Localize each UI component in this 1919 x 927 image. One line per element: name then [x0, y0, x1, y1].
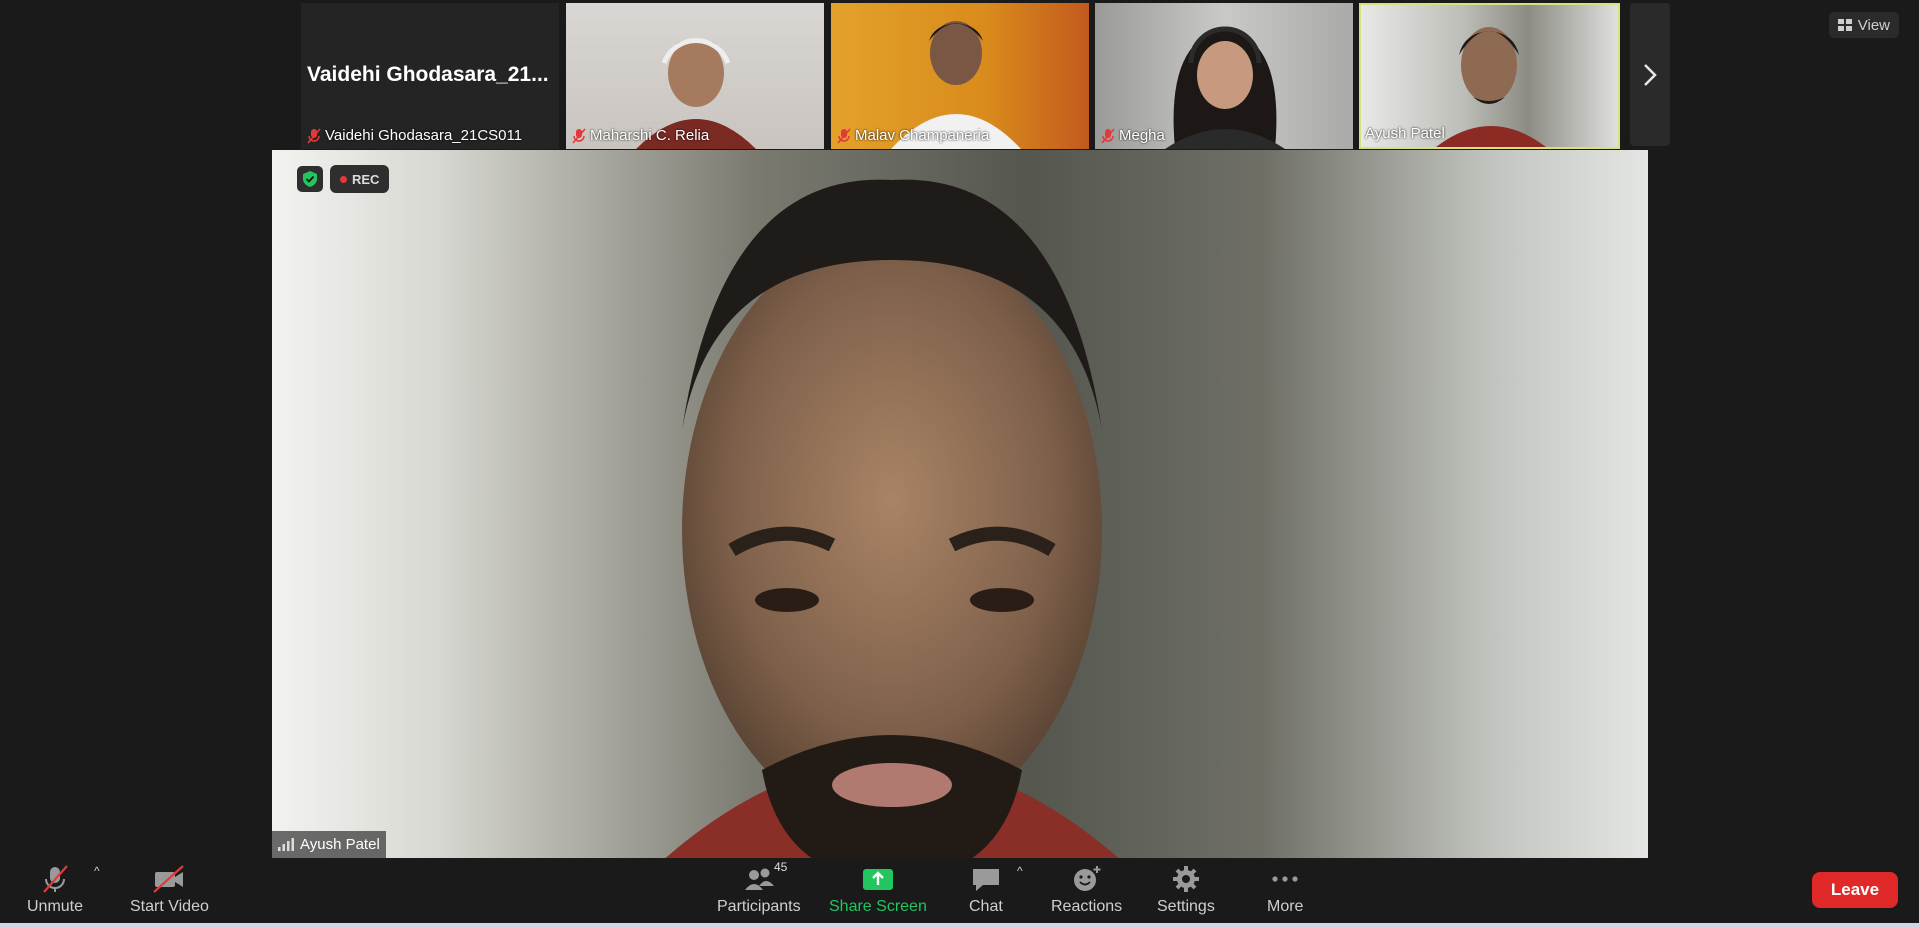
participant-name-row: Vaidehi Ghodasara_21CS011 [307, 127, 522, 144]
audio-options-caret-icon[interactable]: ^ [94, 864, 100, 878]
encryption-shield-icon[interactable] [297, 166, 323, 192]
meeting-toolbar: Unmute ^ Start Video Participants 45 Sha… [0, 858, 1919, 923]
chat-label: Chat [969, 898, 1003, 915]
participant-tile-megha[interactable]: Megha [1095, 3, 1353, 149]
participant-name: Vaidehi Ghodasara_21CS011 [325, 127, 523, 144]
participant-name-row: Malav Champaneria [837, 127, 989, 144]
participant-name: Ayush Patel [1365, 125, 1445, 142]
participant-tile-ayush-active[interactable]: Ayush Patel [1359, 3, 1620, 149]
start-video-button[interactable]: Start Video [130, 864, 209, 916]
mic-off-icon [307, 127, 321, 144]
participant-strip: Vaidehi Ghodasara_21... Vaidehi Ghodasar… [0, 3, 1919, 149]
speaker-video-feed [665, 179, 1119, 858]
participant-name: Megha [1119, 127, 1165, 144]
video-off-icon [153, 865, 185, 893]
unmute-label: Unmute [27, 898, 84, 915]
speaker-name-label: Ayush Patel [272, 831, 386, 858]
mic-off-icon [837, 127, 851, 144]
grid-view-icon [1837, 19, 1852, 31]
share-screen-label: Share Screen [829, 898, 927, 915]
mic-off-icon [1101, 127, 1115, 144]
rec-dot-icon [340, 175, 347, 183]
participant-name-row: Maharshi C. Relia [572, 127, 709, 144]
chat-icon [972, 869, 999, 891]
participant-name: Malav Champaneria [855, 127, 990, 144]
participants-button[interactable]: Participants [717, 864, 801, 916]
view-label: View [1857, 16, 1890, 34]
share-screen-button[interactable]: Share Screen [829, 864, 927, 916]
recording-indicator[interactable]: REC [330, 165, 390, 193]
participant-tile-maharshi[interactable]: Maharshi C. Relia [566, 3, 824, 149]
speaker-name: Ayush Patel [300, 836, 380, 853]
unmute-button[interactable]: Unmute [27, 864, 83, 916]
participant-tile-malav[interactable]: Malav Champaneria [831, 3, 1089, 149]
participant-name-row: Megha [1101, 127, 1165, 144]
reactions-icon [1073, 866, 1101, 891]
share-screen-icon [862, 869, 893, 890]
settings-button[interactable]: Settings [1157, 864, 1215, 916]
mic-muted-icon [43, 865, 68, 893]
reactions-label: Reactions [1051, 898, 1123, 915]
more-dots-icon [1272, 876, 1298, 882]
participant-name: Maharshi C. Relia [590, 127, 710, 144]
more-button[interactable]: More [1267, 864, 1303, 916]
participant-name-row: Ayush Patel [1365, 125, 1445, 142]
participants-icon [744, 868, 774, 890]
participants-count: 45 [774, 860, 788, 874]
chat-button[interactable]: Chat [969, 864, 1003, 916]
participant-big-name: Vaidehi Ghodasara_21... [307, 63, 549, 86]
more-label: More [1267, 898, 1304, 915]
mic-off-icon [572, 127, 586, 144]
chevron-right-icon [1644, 63, 1657, 86]
leave-button[interactable]: Leave [1812, 872, 1898, 908]
participant-tile-vaidehi[interactable]: Vaidehi Ghodasara_21... Vaidehi Ghodasar… [301, 3, 559, 149]
window-bottom-edge [0, 923, 1919, 927]
main-speaker-video: REC Ayush Patel [272, 150, 1648, 858]
reactions-button[interactable]: Reactions [1051, 864, 1122, 916]
participants-label: Participants [717, 898, 801, 915]
signal-strength-icon [278, 838, 294, 851]
settings-label: Settings [1157, 898, 1215, 915]
gear-icon [1172, 866, 1199, 892]
rec-label: REC [352, 171, 380, 187]
view-button[interactable]: View [1828, 12, 1899, 38]
start-video-label: Start Video [130, 898, 209, 915]
next-page-button[interactable] [1630, 3, 1670, 146]
chat-options-caret-icon[interactable]: ^ [1017, 864, 1023, 878]
